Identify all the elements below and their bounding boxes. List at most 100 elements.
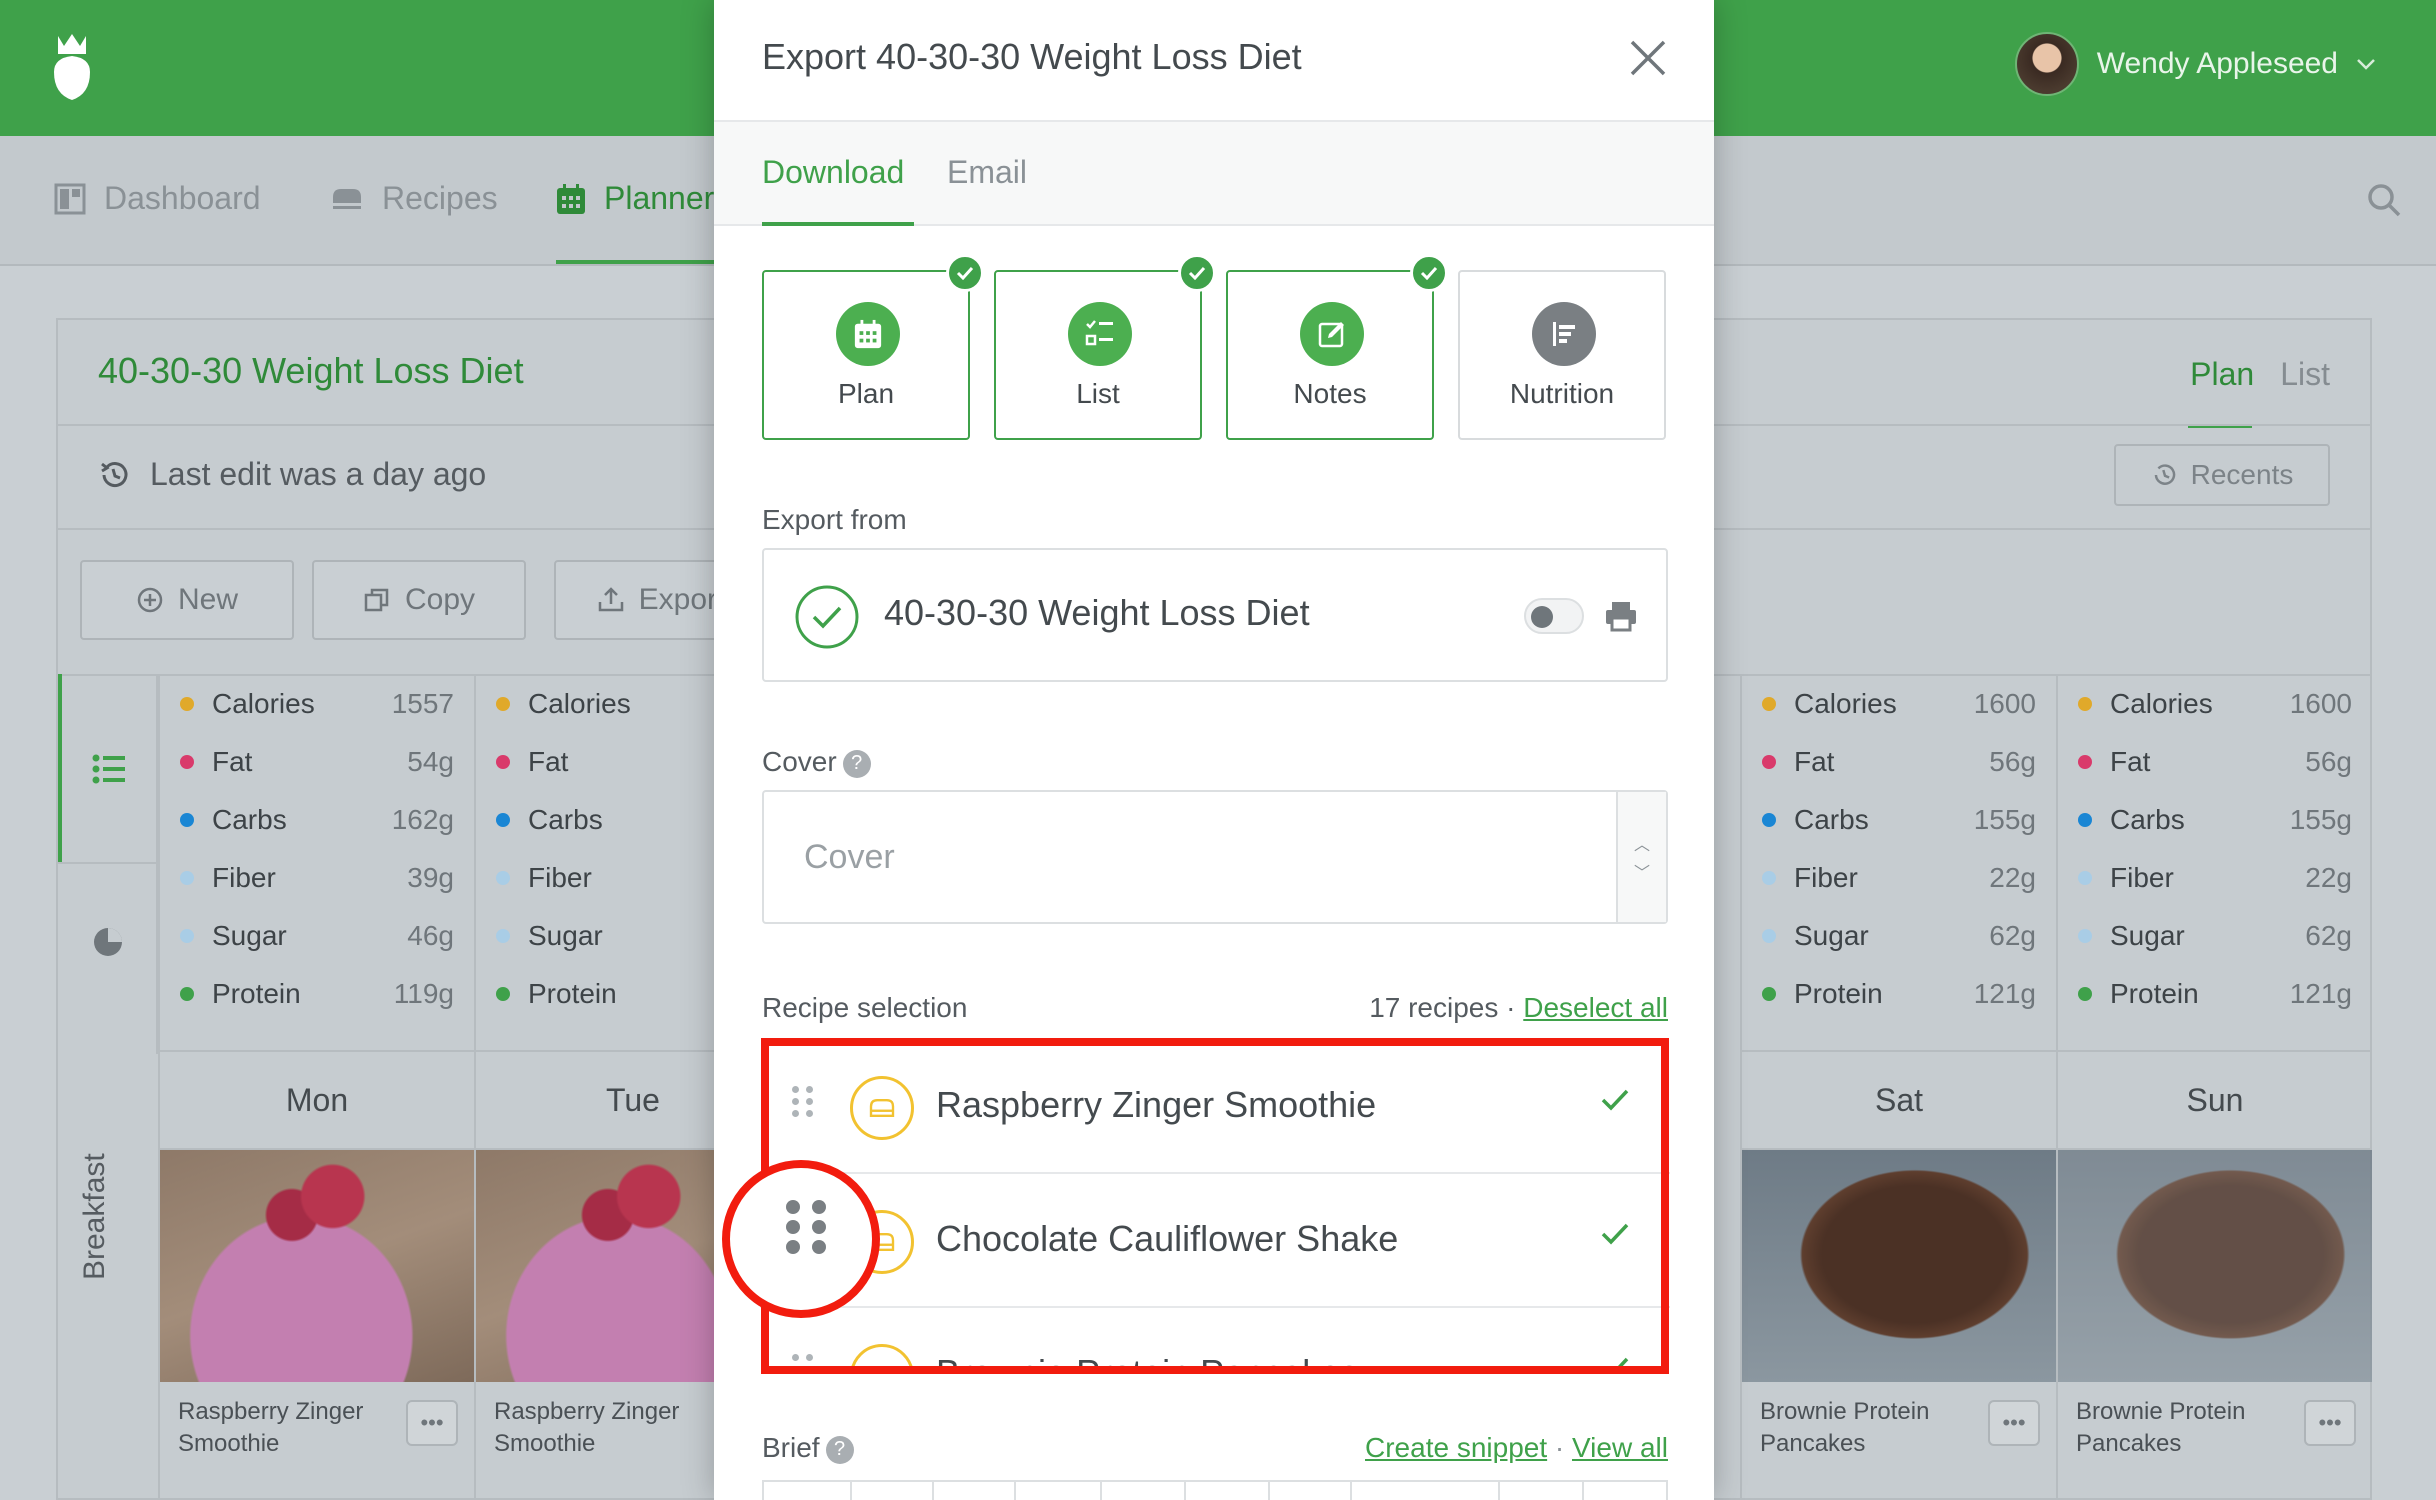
separator: · xyxy=(1547,1432,1573,1463)
recipe-row[interactable]: Brownie Protein Pancakes xyxy=(760,1308,1670,1370)
pie-chart-icon[interactable] xyxy=(92,926,124,958)
export-option-nutrition[interactable]: Nutrition xyxy=(1458,270,1666,440)
tab-plan[interactable]: Plan xyxy=(2190,356,2254,393)
nutrient-value: 46g xyxy=(407,920,454,951)
nutrient-value: 121g xyxy=(1973,978,2036,1009)
copy-label: Copy xyxy=(404,583,476,616)
nutrient-label: Calories xyxy=(1794,688,1897,719)
nutrient-label: Carbs xyxy=(1794,804,1869,835)
meal-name[interactable]: Brownie Protein Pancakes xyxy=(2076,1396,2296,1460)
meal-name[interactable]: Raspberry Zinger Smoothie xyxy=(178,1396,398,1460)
export-option-plan[interactable]: Plan xyxy=(762,254,984,440)
nutrient-label: Fiber xyxy=(2110,862,2174,893)
tab-indicator xyxy=(762,222,914,226)
more-button[interactable]: ••• xyxy=(406,1400,458,1446)
nutrient-row: Calories 1600 xyxy=(2078,688,2352,720)
checkmark-icon[interactable] xyxy=(1600,1222,1630,1246)
meal-name[interactable]: Brownie Protein Pancakes xyxy=(1760,1396,1980,1460)
nutrient-value: 54g xyxy=(407,746,454,777)
checkmark-icon[interactable] xyxy=(1600,1088,1630,1112)
deselect-all-link[interactable]: Deselect all xyxy=(1523,992,1668,1023)
checkmark-icon[interactable] xyxy=(1600,1356,1630,1370)
nutrient-label: Protein xyxy=(212,978,301,1009)
plan-view-tabs: Plan List xyxy=(2190,356,2330,393)
brief-toolbar xyxy=(762,1480,1668,1500)
chevron-down-icon xyxy=(2357,59,2375,70)
drag-handle-icon[interactable] xyxy=(786,1200,828,1254)
nutrition-list-toggle[interactable] xyxy=(58,674,158,864)
brief-label-text: Brief xyxy=(762,1432,820,1463)
cover-input[interactable] xyxy=(764,792,1614,922)
export-toggle[interactable] xyxy=(1524,598,1584,634)
more-button[interactable]: ••• xyxy=(2304,1400,2356,1446)
user-menu[interactable]: Wendy Appleseed xyxy=(2014,32,2376,96)
help-icon[interactable]: ? xyxy=(842,749,871,778)
calendar-icon xyxy=(836,302,900,366)
brief-links: Create snippet · View all xyxy=(1365,1432,1668,1464)
drag-handle-icon[interactable] xyxy=(792,1354,814,1370)
search-icon[interactable] xyxy=(2366,182,2402,218)
checkmark-icon xyxy=(1178,254,1216,292)
tab-email[interactable]: Email xyxy=(947,154,1027,191)
recents-button[interactable]: Recents xyxy=(2114,444,2330,506)
nutrient-value: 1600 xyxy=(1973,688,2036,719)
recipe-row[interactable]: Chocolate Cauliflower Shake xyxy=(760,1174,1670,1308)
close-icon[interactable] xyxy=(1626,36,1670,80)
option-label: Plan xyxy=(837,378,895,409)
more-icon: ••• xyxy=(2318,1410,2342,1435)
history-icon xyxy=(2154,464,2175,485)
more-button[interactable]: ••• xyxy=(1988,1400,2040,1446)
dashboard-icon xyxy=(54,183,86,214)
nav-planner[interactable]: Planner xyxy=(556,180,714,217)
export-from-label: Export from xyxy=(762,504,907,535)
nav-dashboard[interactable]: Dashboard xyxy=(54,180,261,217)
tab-list[interactable]: List xyxy=(2280,356,2330,393)
day-header: Sat xyxy=(1742,1050,2056,1150)
tab-download[interactable]: Download xyxy=(762,154,904,191)
logo-icon[interactable] xyxy=(50,32,94,102)
meal-photo[interactable] xyxy=(1742,1150,2056,1382)
nav-dashboard-label: Dashboard xyxy=(104,180,261,216)
nav-recipes[interactable]: Recipes xyxy=(330,180,498,217)
day-column-mon: Calories 1557 Fat 54g Carbs 162g Fiber 39g S… xyxy=(158,674,474,1500)
meal-row-label: Breakfast xyxy=(78,1153,111,1280)
nutrient-label: Fiber xyxy=(212,862,276,893)
meal-photo[interactable] xyxy=(160,1150,474,1382)
drag-handle-icon[interactable] xyxy=(792,1086,814,1117)
nutrient-value: 155g xyxy=(2289,804,2352,835)
new-button[interactable]: New xyxy=(80,560,294,640)
export-option-list[interactable]: List xyxy=(994,254,1216,440)
copy-button[interactable]: Copy xyxy=(312,560,526,640)
nutrient-value: 56g xyxy=(1989,746,2036,777)
modal-header: Export 40-30-30 Weight Loss Diet xyxy=(714,0,1714,122)
nutrient-value: 56g xyxy=(2305,746,2352,777)
plan-title: 40-30-30 Weight Loss Diet xyxy=(98,350,524,391)
checklist-icon xyxy=(1068,302,1132,366)
help-icon[interactable]: ? xyxy=(825,1435,854,1464)
last-edit: Last edit was a day ago xyxy=(98,456,486,493)
nutrient-row: Carbs 155g xyxy=(2078,804,2352,836)
nutrient-row: Fiber 22g xyxy=(2078,862,2352,894)
checkmark-icon xyxy=(1410,254,1448,292)
view-all-link[interactable]: View all xyxy=(1572,1432,1668,1463)
nutrient-row: Fiber 39g xyxy=(180,862,454,894)
nav-planner-label: Planner xyxy=(604,180,715,216)
calendar-icon xyxy=(557,183,585,214)
meal-name[interactable]: Raspberry Zinger Smoothie xyxy=(494,1396,714,1460)
nutrient-value: 62g xyxy=(2305,920,2352,951)
create-snippet-link[interactable]: Create snippet xyxy=(1365,1432,1547,1463)
meal-photo[interactable] xyxy=(2058,1150,2372,1382)
nutrient-label: Calories xyxy=(212,688,315,719)
printer-icon[interactable] xyxy=(1604,600,1638,632)
list-icon xyxy=(92,754,125,784)
checkmark-icon xyxy=(946,254,984,292)
nutrient-label: Sugar xyxy=(1794,920,1869,951)
divider xyxy=(58,862,158,864)
nutrient-value: 119g xyxy=(393,978,454,1009)
export-from-field[interactable]: 40-30-30 Weight Loss Diet xyxy=(762,548,1668,682)
recipes-icon xyxy=(333,188,361,209)
cover-stepper[interactable]: ︿ ﹀ xyxy=(1616,792,1666,922)
recipe-row[interactable]: Raspberry Zinger Smoothie xyxy=(760,1040,1670,1174)
user-name: Wendy Appleseed xyxy=(2096,47,2338,80)
export-option-notes[interactable]: Notes xyxy=(1226,254,1448,440)
